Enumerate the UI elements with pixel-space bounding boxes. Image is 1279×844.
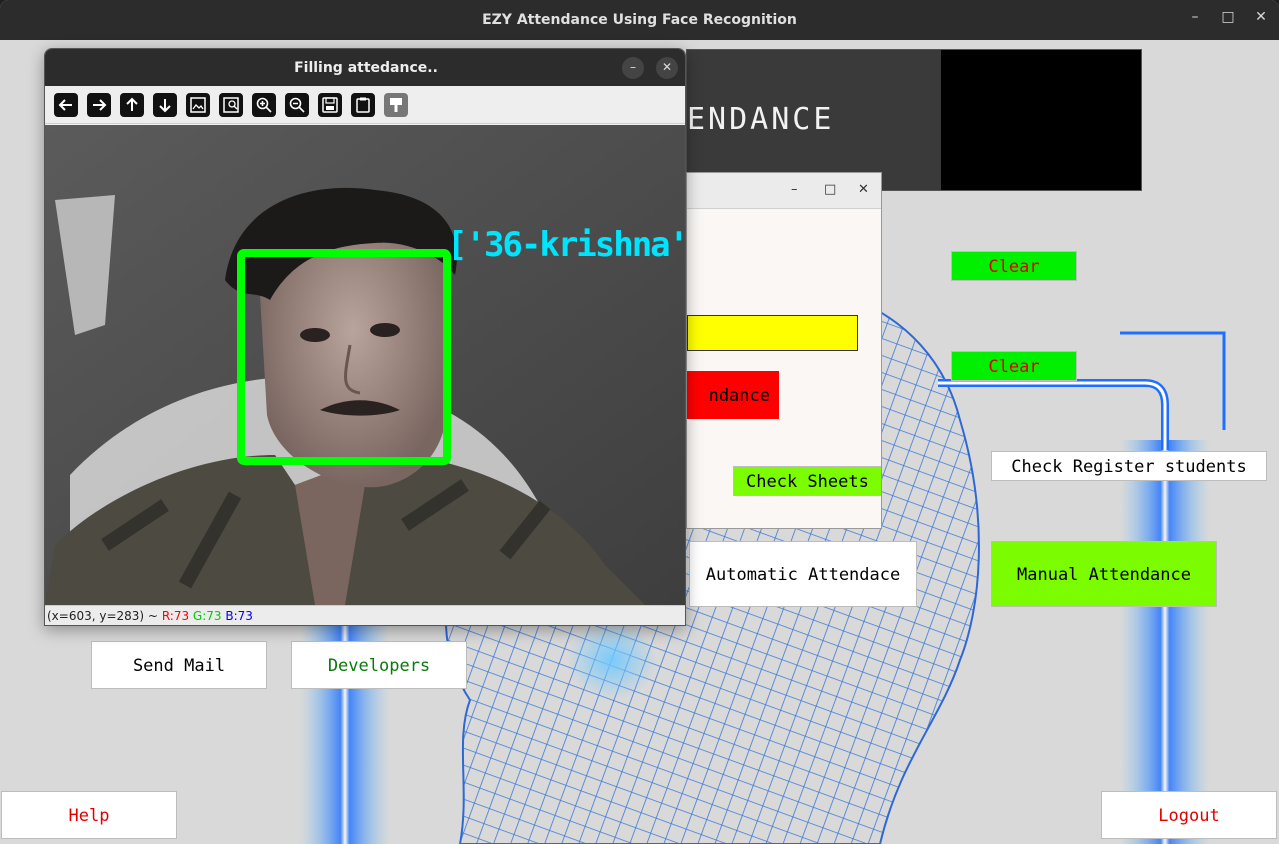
zoom-out-icon[interactable]	[285, 93, 309, 117]
status-g: G:73	[192, 609, 222, 623]
camera-toolbar	[45, 86, 685, 124]
camera-window: Filling attedance.. – ✕ ['36-krishna'] (…	[44, 48, 686, 626]
camera-window-title: Filling attedance..	[294, 60, 438, 76]
automatic-attendance-button[interactable]: Automatic Attendace	[689, 541, 917, 607]
minimize-icon[interactable]: –	[622, 57, 644, 79]
image-icon[interactable]	[186, 93, 210, 117]
logout-button[interactable]: Logout	[1101, 791, 1277, 839]
banner-text: ENDANCE	[687, 102, 835, 137]
maximize-icon[interactable]: □	[1216, 9, 1240, 33]
maximize-icon[interactable]: □	[824, 182, 836, 197]
zoom-in-icon[interactable]	[252, 93, 276, 117]
check-sheets-button[interactable]: Check Sheets	[733, 466, 881, 496]
camera-window-titlebar: Filling attedance.. – ✕	[45, 49, 685, 86]
clear-button-2[interactable]: Clear	[951, 351, 1077, 381]
main-window: EZY Attendance Using Face Recognition – …	[0, 0, 1279, 844]
clipboard-icon[interactable]	[351, 93, 375, 117]
status-r: R:73	[161, 609, 190, 623]
status-coords: (x=603, y=283) ~	[47, 609, 158, 623]
subject-window: – □ ✕ ndance Check Sheets	[686, 172, 882, 529]
subject-input[interactable]	[687, 315, 858, 351]
send-mail-button[interactable]: Send Mail	[91, 641, 267, 689]
main-window-title: EZY Attendance Using Face Recognition	[482, 12, 797, 28]
clear-button-1[interactable]: Clear	[951, 251, 1077, 281]
developers-button[interactable]: Developers	[291, 641, 467, 689]
minimize-icon[interactable]: –	[1183, 9, 1207, 33]
help-button[interactable]: Help	[1, 791, 177, 839]
detected-name-label: ['36-krishna']	[447, 225, 686, 265]
banner-black-panel	[941, 50, 1141, 190]
arrow-down-icon[interactable]	[153, 93, 177, 117]
camera-image	[45, 125, 685, 605]
minimize-icon[interactable]: –	[791, 182, 798, 197]
close-icon[interactable]: ✕	[656, 57, 678, 79]
arrow-right-icon[interactable]	[87, 93, 111, 117]
fill-attendance-button[interactable]: ndance	[687, 371, 779, 419]
arrow-up-icon[interactable]	[120, 93, 144, 117]
arrow-left-icon[interactable]	[54, 93, 78, 117]
main-titlebar: EZY Attendance Using Face Recognition – …	[0, 0, 1279, 40]
check-register-students-button[interactable]: Check Register students	[991, 451, 1267, 481]
close-icon[interactable]: ✕	[858, 182, 869, 197]
save-icon[interactable]	[318, 93, 342, 117]
camera-frame: ['36-krishna']	[45, 125, 686, 605]
subject-window-titlebar: – □ ✕	[687, 173, 881, 209]
close-icon[interactable]: ✕	[1249, 9, 1273, 33]
image-search-icon[interactable]	[219, 93, 243, 117]
status-b: B:73	[225, 609, 253, 623]
properties-icon[interactable]	[384, 93, 408, 117]
manual-attendance-button[interactable]: Manual Attendance	[991, 541, 1217, 607]
pixel-status-bar: (x=603, y=283) ~ R:73 G:73 B:73	[45, 605, 685, 625]
title-banner: ENDANCE	[686, 49, 1142, 191]
